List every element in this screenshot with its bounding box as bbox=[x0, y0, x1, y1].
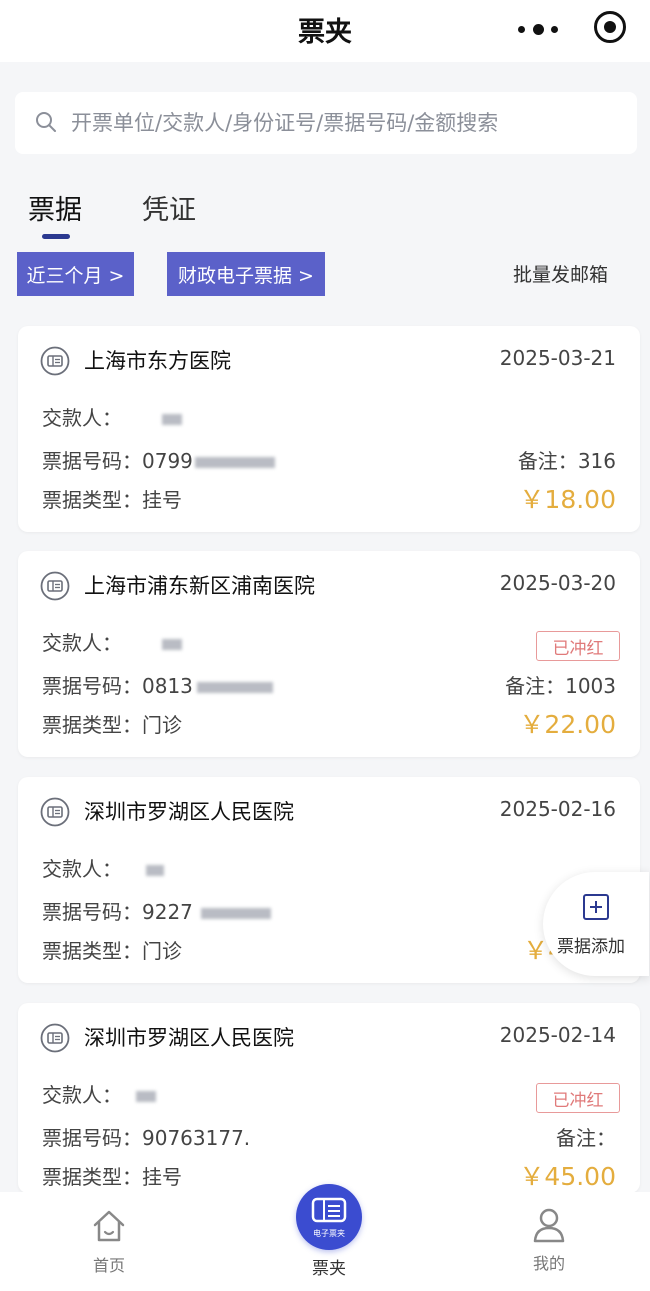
target-icon[interactable] bbox=[594, 11, 626, 43]
search-icon bbox=[36, 112, 56, 132]
hospital-name: 上海市浦东新区浦南医院 bbox=[84, 574, 315, 598]
bill-no-value: 0813 bbox=[142, 674, 193, 698]
bill-type-value: 门诊 bbox=[142, 713, 182, 737]
bill-card[interactable]: 深圳市罗湖区人民医院 2025-02-16 交款人： 票据号码：9227 票据类… bbox=[18, 777, 640, 983]
bill-type-label: 票据类型： bbox=[42, 488, 142, 512]
note-row: 备注：1003 bbox=[505, 670, 616, 699]
bill-icon bbox=[40, 797, 70, 827]
note-label: 备注： bbox=[556, 1126, 616, 1150]
bill-amount: ￥45.00 bbox=[519, 1162, 616, 1191]
payer-label: 交款人： bbox=[42, 857, 122, 881]
bill-type-label: 票据类型： bbox=[42, 1165, 142, 1189]
note-label: 备注： bbox=[505, 674, 566, 698]
reversed-stamp: 已冲红 bbox=[536, 631, 620, 661]
bottom-nav: 首页 电子票夹 票夹 我的 bbox=[0, 1184, 650, 1291]
nav-home[interactable]: 首页 bbox=[84, 1208, 134, 1276]
period-filter-button[interactable]: 近三个月 > bbox=[17, 252, 134, 296]
batch-email-button[interactable]: 批量发邮箱 bbox=[513, 260, 608, 287]
hospital-name: 深圳市罗湖区人民医院 bbox=[84, 800, 294, 824]
bill-no-row: 票据号码：0799 bbox=[42, 445, 275, 474]
payer-label: 交款人： bbox=[42, 1083, 122, 1107]
bill-type-filter-button[interactable]: 财政电子票据 > bbox=[167, 252, 325, 296]
add-bill-button[interactable]: 票据添加 bbox=[543, 872, 649, 976]
payer-row: 交款人： bbox=[42, 1079, 156, 1108]
bill-no-value: 0799 bbox=[142, 449, 193, 473]
bill-date: 2025-02-14 bbox=[499, 1023, 616, 1047]
bill-amount: ￥22.00 bbox=[519, 710, 616, 739]
payer-row: 交款人： bbox=[42, 402, 182, 431]
tab-active-indicator bbox=[42, 234, 70, 239]
tab-bills[interactable]: 票据 bbox=[28, 188, 82, 227]
bill-amount: ￥18.00 bbox=[519, 485, 616, 514]
hospital-name: 深圳市罗湖区人民医院 bbox=[84, 1026, 294, 1050]
payer-row: 交款人： bbox=[42, 853, 164, 882]
bill-no-value: 9227 bbox=[142, 900, 193, 924]
wallet-badge-text: 电子票夹 bbox=[313, 1229, 345, 1238]
bill-icon bbox=[40, 571, 70, 601]
hospital-name: 上海市东方医院 bbox=[84, 349, 231, 373]
bill-no-value: 90763177. bbox=[142, 1126, 251, 1150]
search-area bbox=[0, 62, 650, 172]
nav-wallet[interactable]: 电子票夹 bbox=[296, 1184, 362, 1250]
bill-no-label: 票据号码： bbox=[42, 449, 142, 473]
nav-mine-label: 我的 bbox=[532, 1254, 565, 1273]
bill-type-row: 票据类型：门诊 bbox=[42, 709, 182, 738]
bill-type-row: 票据类型：门诊 bbox=[42, 935, 182, 964]
bill-icon bbox=[40, 346, 70, 376]
top-bar: 票夹 bbox=[0, 0, 650, 62]
search-input[interactable] bbox=[71, 104, 631, 142]
plus-square-icon bbox=[583, 894, 609, 920]
bill-type-label: 票据类型： bbox=[42, 713, 142, 737]
bill-card[interactable]: 深圳市罗湖区人民医院 2025-02-14 交款人： 已冲红 票据号码：9076… bbox=[18, 1003, 640, 1193]
tab-vouchers[interactable]: 凭证 bbox=[142, 188, 196, 227]
note-row: 备注：316 bbox=[518, 445, 616, 474]
note-value: 1003 bbox=[565, 674, 616, 698]
tab-bar: 票据 凭证 近三个月 > 财政电子票据 > 批量发邮箱 bbox=[0, 172, 650, 307]
add-bill-label: 票据添加 bbox=[557, 937, 625, 957]
note-label: 备注： bbox=[517, 449, 578, 473]
bill-type-value: 挂号 bbox=[142, 1165, 182, 1189]
nav-wallet-label[interactable]: 票夹 bbox=[304, 1254, 354, 1279]
bill-type-row: 票据类型：挂号 bbox=[42, 1161, 182, 1190]
home-icon bbox=[93, 1210, 125, 1242]
bill-date: 2025-02-16 bbox=[499, 797, 616, 821]
bill-card[interactable]: 上海市浦东新区浦南医院 2025-03-20 交款人： 已冲红 票据号码：081… bbox=[18, 551, 640, 757]
bill-type-row: 票据类型：挂号 bbox=[42, 484, 182, 513]
bill-no-row: 票据号码：90763177. bbox=[42, 1122, 250, 1151]
bill-date: 2025-03-20 bbox=[499, 571, 616, 595]
bill-no-label: 票据号码： bbox=[42, 900, 142, 924]
wallet-icon bbox=[311, 1197, 347, 1223]
bill-date: 2025-03-21 bbox=[499, 346, 616, 370]
bill-no-label: 票据号码： bbox=[42, 1126, 142, 1150]
redacted-block bbox=[200, 908, 271, 919]
redacted-block bbox=[194, 457, 275, 468]
more-dots-icon[interactable] bbox=[518, 22, 558, 36]
note-row: 备注： bbox=[556, 1122, 616, 1151]
bill-card[interactable]: 上海市东方医院 2025-03-21 交款人： 票据号码：0799 票据类型：挂… bbox=[18, 326, 640, 532]
bill-icon bbox=[40, 1023, 70, 1053]
nav-mine[interactable]: 我的 bbox=[524, 1206, 574, 1274]
search-box[interactable] bbox=[15, 92, 637, 154]
payer-row: 交款人： bbox=[42, 627, 182, 656]
redacted-block bbox=[146, 865, 164, 876]
bill-type-value: 挂号 bbox=[142, 488, 182, 512]
payer-label: 交款人： bbox=[42, 631, 122, 655]
user-icon bbox=[533, 1208, 565, 1243]
redacted-block bbox=[196, 682, 273, 693]
redacted-block bbox=[162, 414, 182, 425]
payer-label: 交款人： bbox=[42, 406, 122, 430]
bill-no-row: 票据号码：0813 bbox=[42, 670, 273, 699]
bill-no-row: 票据号码：9227 bbox=[42, 896, 271, 925]
redacted-block bbox=[162, 639, 182, 650]
note-value: 316 bbox=[577, 449, 616, 473]
nav-home-label: 首页 bbox=[92, 1256, 125, 1275]
reversed-stamp: 已冲红 bbox=[536, 1083, 620, 1113]
redacted-block bbox=[136, 1091, 156, 1102]
bill-no-label: 票据号码： bbox=[42, 674, 142, 698]
bill-type-label: 票据类型： bbox=[42, 939, 142, 963]
bill-type-value: 门诊 bbox=[142, 939, 182, 963]
